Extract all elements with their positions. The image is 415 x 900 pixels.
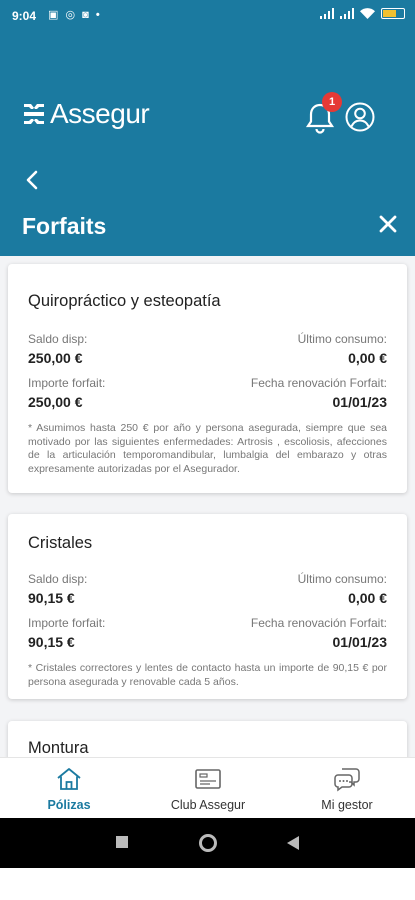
forfait-card-montura: Montura (8, 721, 407, 757)
chat-icon (334, 768, 360, 792)
signal-icon (340, 8, 354, 19)
renovacion-value: 01/01/23 (332, 394, 388, 410)
instagram-icon: ◙ (82, 9, 91, 21)
recent-apps-icon[interactable] (115, 835, 129, 849)
card-title: Quiropráctico y esteopatía (28, 292, 221, 310)
importe-value: 90,15 € (28, 634, 75, 650)
brand-name: Assegur (50, 98, 150, 129)
renovacion-value: 01/01/23 (332, 634, 388, 650)
club-card-icon (195, 769, 221, 789)
whatsapp-icon: ◎ (65, 9, 78, 21)
home-button-icon[interactable] (198, 833, 218, 853)
home-icon (57, 768, 81, 790)
consumo-value: 0,00 € (348, 350, 387, 366)
page-title: Forfaits (22, 213, 107, 239)
consumo-label: Último consumo: (297, 572, 387, 586)
wifi-icon (360, 8, 375, 19)
system-icons (320, 8, 405, 19)
status-bar: 9:04 ▣ ◎ ◙ • (0, 0, 415, 30)
signal-icon (320, 8, 334, 19)
saldo-value: 250,00 € (28, 350, 83, 366)
forfait-card-quiropractico: Quiropráctico y esteopatía Saldo disp: 2… (8, 264, 407, 493)
consumo-label: Último consumo: (297, 332, 387, 346)
importe-renovacion-row: Importe forfait: 250,00 € Fecha renovaci… (28, 376, 387, 410)
app-header: Assegur 1 Forfaits (0, 30, 415, 256)
status-time: 9:04 (12, 9, 37, 23)
notification-icons: ▣ ◎ ◙ • (48, 8, 102, 21)
saldo-value: 90,15 € (28, 590, 75, 606)
tab-label: Club Assegur (170, 798, 246, 812)
saldo-consumo-row: Saldo disp: 90,15 € Último consumo: 0,00… (28, 572, 387, 606)
saldo-label: Saldo disp: (28, 332, 88, 346)
notification-badge: 1 (322, 92, 342, 112)
bottom-tab-bar: Pólizas Club Assegur Mi gestor (0, 757, 415, 818)
user-profile-icon[interactable] (345, 102, 375, 132)
tab-polizas[interactable]: Pólizas (9, 766, 129, 812)
tab-label: Mi gestor (321, 798, 373, 812)
importe-value: 250,00 € (28, 394, 83, 410)
system-nav-bar (0, 818, 415, 868)
consumo-value: 0,00 € (348, 590, 387, 606)
renovacion-label: Fecha renovación Forfait: (250, 616, 387, 630)
tab-mi-gestor[interactable]: Mi gestor (287, 766, 407, 812)
importe-renovacion-row: Importe forfait: 90,15 € Fecha renovació… (28, 616, 387, 650)
importe-label: Importe forfait: (28, 376, 106, 390)
card-title: Cristales (28, 534, 93, 552)
battery-icon (381, 8, 405, 19)
dot-icon: • (95, 9, 102, 21)
back-triangle-icon[interactable] (286, 835, 300, 851)
forfait-card-cristales: Cristales Saldo disp: 90,15 € Último con… (8, 514, 407, 699)
message-icon: ▣ (48, 9, 61, 21)
close-icon[interactable] (378, 214, 398, 234)
chevron-left-icon[interactable] (22, 168, 42, 192)
importe-label: Importe forfait: (28, 616, 106, 630)
assegur-logo-icon (24, 104, 44, 124)
saldo-label: Saldo disp: (28, 572, 88, 586)
forfait-note: * Asumimos hasta 250 € por año y persona… (28, 422, 387, 475)
app-logo: Assegur (22, 98, 150, 130)
renovacion-label: Fecha renovación Forfait: (250, 376, 387, 390)
forfaits-list[interactable]: Quiropráctico y esteopatía Saldo disp: 2… (0, 256, 415, 757)
tab-label: Pólizas (47, 798, 91, 812)
card-title: Montura (28, 739, 89, 757)
tab-club-assegur[interactable]: Club Assegur (148, 766, 268, 812)
saldo-consumo-row: Saldo disp: 250,00 € Último consumo: 0,0… (28, 332, 387, 366)
forfait-note: * Cristales correctores y lentes de cont… (28, 662, 387, 688)
